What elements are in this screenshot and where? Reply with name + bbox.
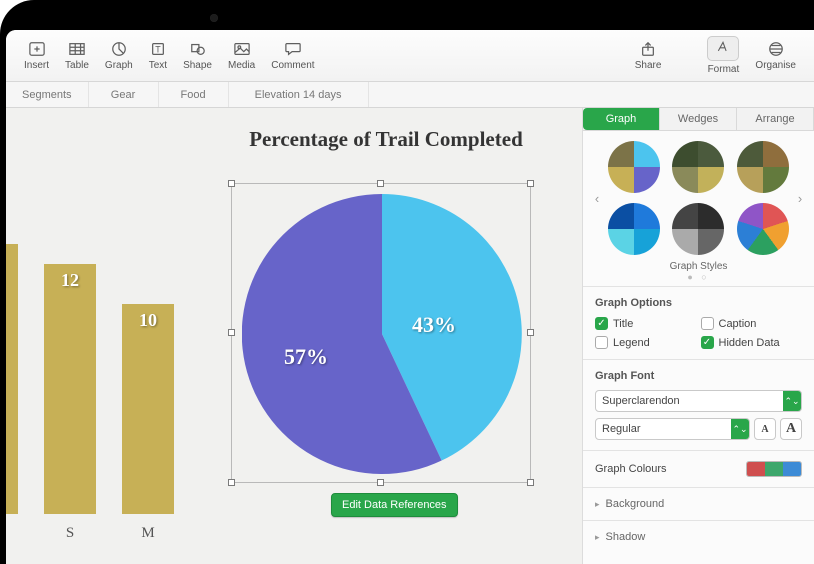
colour-swatches[interactable] <box>746 461 802 477</box>
resize-handle[interactable] <box>527 479 534 486</box>
checkbox-legend[interactable]: Legend <box>595 336 697 349</box>
text-label: Text <box>149 60 167 71</box>
table-button[interactable]: Table <box>57 37 97 75</box>
sheet-tab-gear[interactable]: Gear <box>89 82 159 107</box>
graph-button[interactable]: Graph <box>97 37 141 75</box>
resize-handle[interactable] <box>527 180 534 187</box>
resize-handle[interactable] <box>377 180 384 187</box>
font-style-select[interactable]: Regular ⌃⌄ <box>595 418 750 440</box>
svg-text:T: T <box>155 44 161 54</box>
graph-styles: ‹ › Graph Styles ● ○ <box>583 131 814 286</box>
sheet-tab-elevation[interactable]: Elevation 14 days <box>229 82 369 107</box>
pie-label-57: 57% <box>284 344 328 370</box>
edit-data-references-button[interactable]: Edit Data References <box>331 493 458 517</box>
style-thumb-4[interactable] <box>608 203 660 255</box>
format-inspector: Graph Wedges Arrange ‹ <box>582 108 814 564</box>
shadow-disclosure[interactable]: ▸ Shadow <box>583 520 814 553</box>
tab-arrange[interactable]: Arrange <box>737 108 814 130</box>
style-thumb-1[interactable] <box>608 141 660 193</box>
font-larger-button[interactable]: A <box>780 418 802 440</box>
comment-label: Comment <box>271 60 314 71</box>
chart-selection[interactable]: 43% 57% <box>231 183 531 483</box>
styles-label: Graph Styles <box>591 261 806 272</box>
checkbox-caption[interactable]: Caption <box>701 317 803 330</box>
comment-button[interactable]: Comment <box>263 37 322 75</box>
share-label: Share <box>635 60 662 71</box>
chart-title[interactable]: Percentage of Trail Completed <box>241 126 531 152</box>
tab-wedges[interactable]: Wedges <box>660 108 737 130</box>
shape-button[interactable]: Shape <box>175 37 220 75</box>
pie-label-43: 43% <box>412 312 456 338</box>
text-button[interactable]: T Text <box>141 37 175 75</box>
bar-label-12: 12 <box>44 270 96 291</box>
resize-handle[interactable] <box>527 329 534 336</box>
graph-options: Graph Options Title Caption Legend Hidde… <box>583 286 814 359</box>
pie-chart[interactable]: 43% 57% <box>242 194 522 474</box>
graph-colours: Graph Colours <box>583 450 814 487</box>
graph-colours-label: Graph Colours <box>595 463 667 475</box>
chevron-down-icon: ⌃⌄ <box>731 419 749 439</box>
style-thumb-5[interactable] <box>672 203 724 255</box>
graph-font-header: Graph Font <box>595 370 802 382</box>
share-button[interactable]: Share <box>627 37 670 75</box>
resize-handle[interactable] <box>377 479 384 486</box>
organise-label: Organise <box>755 60 796 71</box>
graph-options-header: Graph Options <box>595 297 802 309</box>
table-label: Table <box>65 60 89 71</box>
bar-x-labels: S M <box>6 525 174 542</box>
chevron-down-icon: ⌃⌄ <box>783 391 801 411</box>
format-button[interactable]: Format <box>699 32 747 79</box>
tab-graph[interactable]: Graph <box>583 108 660 130</box>
bar-m: 10 <box>122 304 174 514</box>
style-thumb-6[interactable] <box>737 203 789 255</box>
styles-prev[interactable]: ‹ <box>591 191 603 206</box>
organise-button[interactable]: Organise <box>747 37 804 75</box>
graph-font: Graph Font Superclarendon ⌃⌄ Regular ⌃⌄ … <box>583 359 814 450</box>
media-button[interactable]: Media <box>220 37 263 75</box>
sheet-tab-segments[interactable]: Segments <box>6 82 89 107</box>
resize-handle[interactable] <box>228 180 235 187</box>
canvas[interactable]: 12 10 S M Percentage of Trail Completed <box>6 108 582 564</box>
styles-next[interactable]: › <box>794 191 806 206</box>
resize-handle[interactable] <box>228 479 235 486</box>
bar-x-s: S <box>44 525 96 542</box>
bar-x-m: M <box>122 525 174 542</box>
checkbox-title[interactable]: Title <box>595 317 697 330</box>
chevron-right-icon: ▸ <box>595 499 600 510</box>
bar-label-10: 10 <box>122 310 174 331</box>
bar-chart[interactable]: 12 10 <box>6 244 174 514</box>
graph-label: Graph <box>105 60 133 71</box>
font-family-select[interactable]: Superclarendon ⌃⌄ <box>595 390 802 412</box>
style-thumb-3[interactable] <box>737 141 789 193</box>
styles-page-dots[interactable]: ● ○ <box>591 272 806 282</box>
checkbox-hidden-data[interactable]: Hidden Data <box>701 336 803 349</box>
insert-button[interactable]: Insert <box>16 37 57 75</box>
sheet-tabs: Segments Gear Food Elevation 14 days <box>6 82 814 108</box>
background-disclosure[interactable]: ▸ Background <box>583 487 814 520</box>
media-label: Media <box>228 60 255 71</box>
inspector-tabs: Graph Wedges Arrange <box>583 108 814 131</box>
resize-handle[interactable] <box>228 329 235 336</box>
format-label: Format <box>708 64 740 75</box>
shape-label: Shape <box>183 60 212 71</box>
font-smaller-button[interactable]: A <box>754 418 776 440</box>
insert-label: Insert <box>24 60 49 71</box>
style-thumb-2[interactable] <box>672 141 724 193</box>
bar-s <box>6 244 18 514</box>
sheet-tab-food[interactable]: Food <box>159 82 229 107</box>
toolbar: Insert Table Graph T Text Shape Media <box>6 30 814 82</box>
chevron-right-icon: ▸ <box>595 532 600 543</box>
bar-s2: 12 <box>44 264 96 514</box>
